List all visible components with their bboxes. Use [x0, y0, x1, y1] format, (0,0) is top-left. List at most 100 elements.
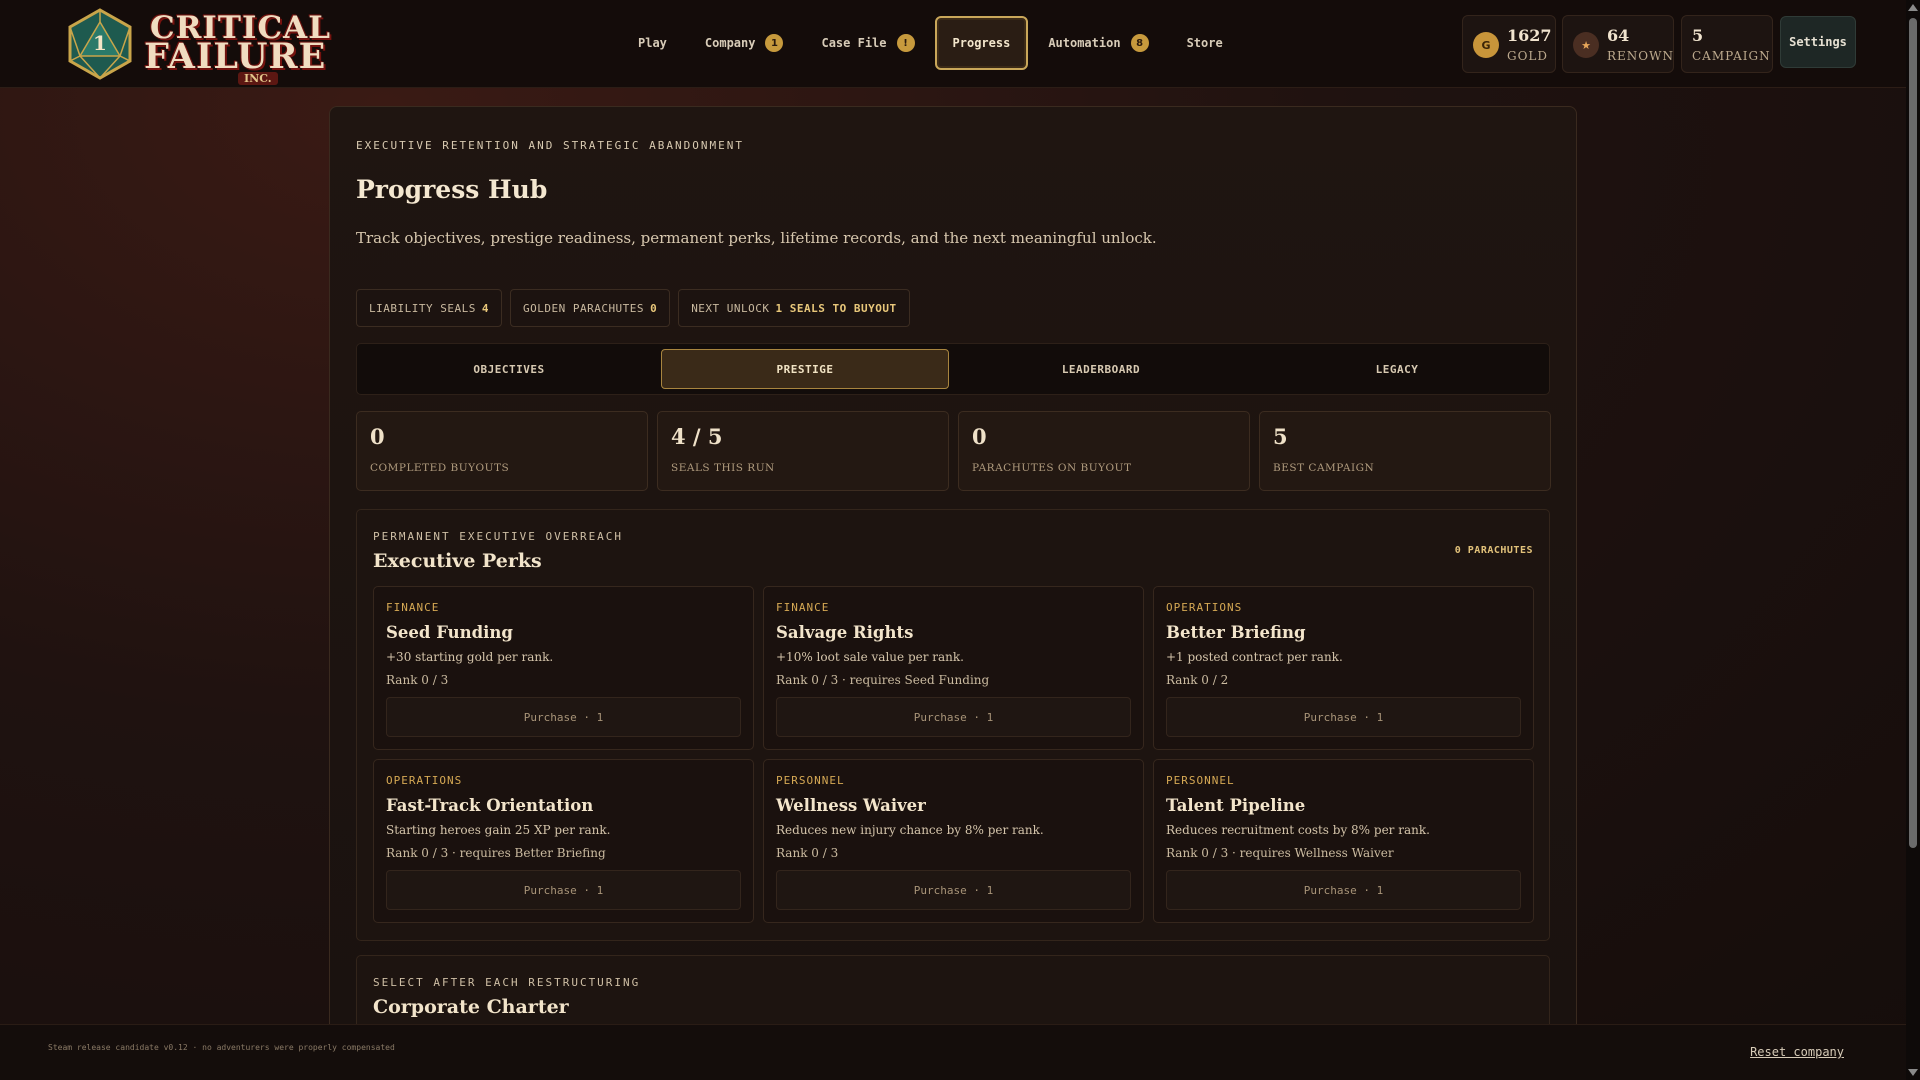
- stat-card-value: 4 / 5: [671, 424, 723, 449]
- footer-bar: Steam release candidate v0.12 · no adven…: [0, 1024, 1906, 1080]
- reset-company-link[interactable]: Reset company: [1750, 1045, 1844, 1059]
- perk-category: FINANCE: [386, 601, 440, 614]
- stat-card-value: 5: [1273, 424, 1288, 449]
- purchase-button[interactable]: Purchase · 1: [386, 870, 741, 910]
- purchase-button[interactable]: Purchase · 1: [1166, 697, 1521, 737]
- main-nav: Play Company 1 Case File ! Progress Auto…: [620, 16, 1243, 70]
- stat-card-caption: BEST CAMPAIGN: [1273, 462, 1375, 474]
- nav-play[interactable]: Play: [620, 16, 685, 70]
- nav-company-label: Company: [704, 36, 756, 50]
- perk-name: Salvage Rights: [776, 623, 914, 642]
- perks-heading: Executive Perks: [373, 550, 542, 572]
- prestige-stat-cards: 0 COMPLETED BUYOUTS 4 / 5 SEALS THIS RUN…: [356, 411, 1551, 491]
- purchase-button[interactable]: Purchase · 1: [776, 870, 1131, 910]
- chip-next-unlock: NEXT UNLOCK 1 SEALS TO BUYOUT: [678, 289, 910, 327]
- chip-liability-seals: LIABILITY SEALS 4: [356, 289, 502, 327]
- perk-name: Better Briefing: [1166, 623, 1306, 642]
- perk-card-wellness-waiver: PERSONNEL Wellness Waiver Reduces new in…: [763, 759, 1144, 923]
- nav-progress-label: Progress: [952, 36, 1011, 50]
- tab-objectives[interactable]: OBJECTIVES: [365, 349, 653, 389]
- gold-counter: G 1627 GOLD: [1462, 15, 1556, 73]
- settings-button[interactable]: Settings: [1780, 16, 1856, 68]
- gold-coin-icon: G: [1473, 32, 1499, 58]
- perk-rank: Rank 0 / 3 · requires Better Briefing: [386, 846, 606, 860]
- tab-prestige[interactable]: PRESTIGE: [661, 349, 949, 389]
- perk-category: OPERATIONS: [386, 774, 463, 787]
- purchase-button[interactable]: Purchase · 1: [1166, 870, 1521, 910]
- chip-value: 4: [481, 301, 489, 315]
- perk-name: Fast-Track Orientation: [386, 796, 594, 815]
- perk-description: Reduces new injury chance by 8% per rank…: [776, 823, 1044, 837]
- perk-name: Talent Pipeline: [1166, 796, 1306, 815]
- stat-card-caption: SEALS THIS RUN: [671, 462, 775, 474]
- perk-rank: Rank 0 / 2: [1166, 673, 1229, 687]
- nav-play-label: Play: [638, 36, 667, 50]
- purchase-button[interactable]: Purchase · 1: [386, 697, 741, 737]
- chip-label: LIABILITY SEALS: [369, 301, 476, 315]
- nav-automation[interactable]: Automation 8: [1030, 16, 1166, 70]
- tab-legacy[interactable]: LEGACY: [1253, 349, 1541, 389]
- scrollbar-thumb[interactable]: [1909, 18, 1917, 848]
- nav-case-file-alert-badge: !: [896, 34, 915, 52]
- nav-progress[interactable]: Progress: [934, 16, 1029, 70]
- scroll-down-arrow-icon[interactable]: [1908, 1069, 1918, 1076]
- perk-description: +1 posted contract per rank.: [1166, 650, 1343, 664]
- perk-name: Seed Funding: [386, 623, 513, 642]
- perk-category: FINANCE: [776, 601, 830, 614]
- top-bar: 1 CRITICAL FAILURE INC. Play Company 1 C…: [0, 0, 1906, 88]
- perk-description: +10% loot sale value per rank.: [776, 650, 964, 664]
- chip-value: 0: [650, 301, 658, 315]
- page-title: Progress Hub: [356, 175, 548, 204]
- nav-company-badge: 1: [765, 34, 784, 52]
- chip-label: NEXT UNLOCK: [691, 301, 770, 315]
- game-logo[interactable]: 1 CRITICAL FAILURE INC.: [60, 6, 330, 85]
- progress-hub-panel: EXECUTIVE RETENTION AND STRATEGIC ABANDO…: [329, 106, 1577, 1075]
- nav-store[interactable]: Store: [1169, 16, 1241, 70]
- stat-card-value: 0: [370, 424, 385, 449]
- stat-card-caption: PARACHUTES ON BUYOUT: [972, 462, 1132, 474]
- tab-leaderboard[interactable]: LEADERBOARD: [957, 349, 1245, 389]
- nav-case-file-label: Case File: [821, 36, 887, 50]
- perk-rank: Rank 0 / 3 · requires Seed Funding: [776, 673, 990, 687]
- nav-case-file[interactable]: Case File !: [803, 16, 932, 70]
- parachute-count: 0 PARACHUTES: [1454, 545, 1533, 556]
- die-number: 1: [93, 31, 107, 55]
- perk-card-seed-funding: FINANCE Seed Funding +30 starting gold p…: [373, 586, 754, 750]
- charter-eyebrow: SELECT AFTER EACH RESTRUCTURING: [373, 976, 641, 989]
- nav-automation-badge: 8: [1130, 34, 1149, 52]
- nav-company[interactable]: Company 1: [687, 16, 802, 70]
- d20-die-icon: 1: [68, 8, 132, 80]
- hub-eyebrow: EXECUTIVE RETENTION AND STRATEGIC ABANDO…: [356, 139, 745, 152]
- hub-tabs: OBJECTIVES PRESTIGE LEADERBOARD LEGACY: [356, 343, 1550, 395]
- stat-card-value: 0: [972, 424, 987, 449]
- campaign-label: CAMPAIGN: [1692, 49, 1771, 63]
- stat-card-best-campaign: 5 BEST CAMPAIGN: [1259, 411, 1551, 491]
- page-description: Track objectives, prestige readiness, pe…: [356, 229, 1157, 247]
- nav-store-label: Store: [1186, 36, 1223, 50]
- purchase-button[interactable]: Purchase · 1: [776, 697, 1131, 737]
- logo-inc: INC.: [238, 72, 278, 85]
- perk-card-salvage-rights: FINANCE Salvage Rights +10% loot sale va…: [763, 586, 1144, 750]
- perk-description: +30 starting gold per rank.: [386, 650, 554, 664]
- scroll-up-arrow-icon[interactable]: [1908, 4, 1918, 11]
- perk-grid: FINANCE Seed Funding +30 starting gold p…: [373, 586, 1535, 923]
- summary-chips: LIABILITY SEALS 4 GOLDEN PARACHUTES 0 NE…: [356, 289, 910, 327]
- perk-description: Reduces recruitment costs by 8% per rank…: [1166, 823, 1430, 837]
- renown-star-icon: ★: [1573, 32, 1599, 58]
- perk-description: Starting heroes gain 25 XP per rank.: [386, 823, 611, 837]
- perk-rank: Rank 0 / 3 · requires Wellness Waiver: [1166, 846, 1394, 860]
- version-note: Steam release candidate v0.12 · no adven…: [48, 1043, 395, 1052]
- charter-heading: Corporate Charter: [373, 996, 569, 1018]
- perk-category: OPERATIONS: [1166, 601, 1243, 614]
- perk-card-talent-pipeline: PERSONNEL Talent Pipeline Reduces recrui…: [1153, 759, 1534, 923]
- executive-perks-section: PERMANENT EXECUTIVE OVERREACH Executive …: [356, 509, 1550, 941]
- gold-label: GOLD: [1507, 49, 1549, 63]
- stat-card-caption: COMPLETED BUYOUTS: [370, 462, 510, 474]
- renown-label: RENOWN: [1607, 49, 1674, 63]
- renown-counter: ★ 64 RENOWN: [1562, 15, 1674, 73]
- campaign-value: 5: [1692, 26, 1704, 45]
- page-scrollbar[interactable]: [1906, 0, 1920, 1080]
- perk-rank: Rank 0 / 3: [776, 846, 839, 860]
- stat-card-completed-buyouts: 0 COMPLETED BUYOUTS: [356, 411, 648, 491]
- perk-name: Wellness Waiver: [776, 796, 926, 815]
